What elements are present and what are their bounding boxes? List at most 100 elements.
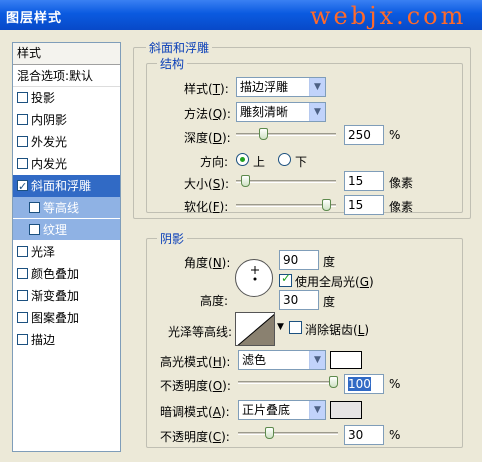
sidebar-item[interactable]: 内发光 (13, 153, 120, 175)
chevron-down-icon: ▼ (309, 351, 325, 369)
style-checkbox[interactable] (29, 224, 40, 235)
soften-input[interactable]: 15 (344, 195, 384, 215)
highlight-opacity-input[interactable]: 100 (344, 374, 384, 394)
anti-aliased-label[interactable]: 消除锯齿(L) (305, 321, 369, 338)
highlight-opacity-label: 不透明度(O): (160, 379, 231, 393)
chevron-down-icon: ▼ (309, 103, 325, 121)
styles-list: 样式 混合选项:默认 投影内阴影外发光内发光斜面和浮雕等高线纹理光泽颜色叠加渐变… (12, 42, 121, 452)
highlight-mode-select[interactable]: 滤色 ▼ (238, 350, 326, 370)
style-checkbox[interactable] (17, 268, 28, 279)
sidebar-item-label: 图案叠加 (31, 311, 80, 325)
soften-label: 软化(F): (184, 200, 229, 214)
size-input[interactable]: 15 (344, 171, 384, 191)
global-light-checkbox[interactable] (279, 271, 292, 287)
direction-label: 方向: (200, 155, 229, 169)
style-checkbox[interactable] (17, 334, 28, 345)
altitude-input[interactable]: 30 (279, 290, 319, 310)
soften-slider-track[interactable] (236, 204, 336, 207)
highlight-mode-value: 滤色 (242, 353, 267, 367)
sidebar-item[interactable]: 渐变叠加 (13, 285, 120, 307)
structure-title: 结构 (157, 55, 188, 72)
sidebar-item[interactable]: 内阴影 (13, 109, 120, 131)
watermark: webjx.com (310, 2, 467, 30)
window-title: 图层样式 (6, 11, 63, 26)
shadow-mode-label: 暗调模式(A): (160, 405, 230, 419)
size-slider-thumb[interactable] (241, 175, 251, 187)
style-checkbox[interactable] (17, 136, 28, 147)
style-checkbox[interactable] (17, 290, 28, 301)
sidebar-item[interactable]: 纹理 (13, 219, 120, 241)
sidebar-item[interactable]: 投影 (13, 87, 120, 109)
direction-up-radio[interactable] (236, 153, 249, 166)
technique-label: 方法(Q): (184, 107, 231, 121)
bevel-emboss-title: 斜面和浮雕 (146, 39, 213, 56)
soften-input-value: 15 (348, 198, 364, 212)
style-checkbox[interactable] (17, 312, 28, 323)
style-checkbox[interactable] (17, 114, 28, 125)
highlight-mode-label: 高光模式(H): (160, 355, 231, 369)
direction-down-label[interactable]: 下 (295, 153, 307, 170)
style-checkbox[interactable] (29, 202, 40, 213)
styles-header[interactable]: 样式 (13, 43, 120, 65)
depth-input[interactable]: 250 (344, 125, 384, 145)
highlight-opacity-track[interactable] (238, 381, 338, 384)
sidebar-item[interactable]: 外发光 (13, 131, 120, 153)
sidebar-item-label: 投影 (31, 91, 56, 105)
sidebar-item-label: 描边 (31, 333, 56, 347)
blending-options-item[interactable]: 混合选项:默认 (13, 65, 120, 87)
style-checkbox[interactable] (17, 176, 28, 198)
sidebar-item[interactable]: 光泽 (13, 241, 120, 263)
shadow-opacity-label: 不透明度(C): (160, 430, 230, 444)
chevron-down-icon[interactable]: ▼ (277, 322, 284, 332)
depth-slider-thumb[interactable] (258, 128, 268, 140)
depth-slider-track[interactable] (236, 133, 336, 136)
depth-input-value: 250 (348, 128, 371, 142)
direction-down-radio[interactable] (278, 153, 291, 166)
sidebar-item[interactable]: 描边 (13, 329, 120, 351)
technique-select[interactable]: 雕刻清晰 ▼ (236, 102, 326, 122)
global-light-label[interactable]: 使用全局光(G) (295, 273, 374, 290)
anti-aliased-checkbox[interactable] (289, 321, 302, 334)
style-checkbox[interactable] (17, 246, 28, 257)
angle-dial[interactable] (235, 259, 273, 297)
shadow-opacity-thumb[interactable] (265, 427, 275, 439)
direction-up-label[interactable]: 上 (253, 153, 265, 170)
shadow-color-swatch[interactable] (330, 401, 362, 419)
shadow-opacity-input[interactable]: 30 (344, 425, 384, 445)
highlight-opacity-value: 100 (348, 377, 371, 391)
sidebar-item[interactable]: 颜色叠加 (13, 263, 120, 285)
sidebar-item[interactable]: 斜面和浮雕 (13, 175, 120, 198)
contour-curve-icon (237, 314, 274, 345)
gloss-contour-picker[interactable] (235, 312, 275, 346)
shadow-mode-select[interactable]: 正片叠底 ▼ (238, 400, 326, 420)
shadow-mode-value: 正片叠底 (242, 403, 291, 417)
style-checkbox[interactable] (17, 92, 28, 103)
sidebar-item-label: 内发光 (31, 157, 68, 171)
altitude-input-value: 30 (283, 293, 299, 307)
size-input-value: 15 (348, 174, 364, 188)
sidebar-item[interactable]: 等高线 (13, 197, 120, 219)
size-label: 大小(S): (184, 177, 230, 191)
sidebar-item-label: 纹理 (43, 223, 68, 237)
sidebar-item-label: 斜面和浮雕 (31, 179, 92, 193)
soften-slider-thumb[interactable] (322, 199, 332, 211)
angle-unit: 度 (323, 255, 336, 269)
sidebar-item-label: 外发光 (31, 135, 68, 149)
angle-input[interactable]: 90 (279, 250, 319, 270)
style-select[interactable]: 描边浮雕 ▼ (236, 77, 326, 97)
sidebar-item[interactable]: 图案叠加 (13, 307, 120, 329)
crosshair-icon (251, 266, 259, 281)
highlight-opacity-thumb[interactable] (329, 376, 338, 388)
title-bar: 图层样式 webjx.com (0, 0, 482, 30)
shadow-opacity-value: 30 (348, 428, 364, 442)
highlight-color-swatch[interactable] (330, 351, 362, 369)
angle-label: 角度(N): (184, 256, 231, 270)
depth-unit: % (389, 128, 401, 142)
technique-select-value: 雕刻清晰 (240, 105, 289, 119)
style-checkbox[interactable] (17, 158, 28, 169)
shading-title: 阴影 (157, 230, 188, 247)
sidebar-item-label: 渐变叠加 (31, 289, 80, 303)
shadow-opacity-unit: % (389, 428, 401, 442)
shadow-opacity-track[interactable] (238, 432, 338, 435)
size-slider-track[interactable] (236, 180, 336, 183)
